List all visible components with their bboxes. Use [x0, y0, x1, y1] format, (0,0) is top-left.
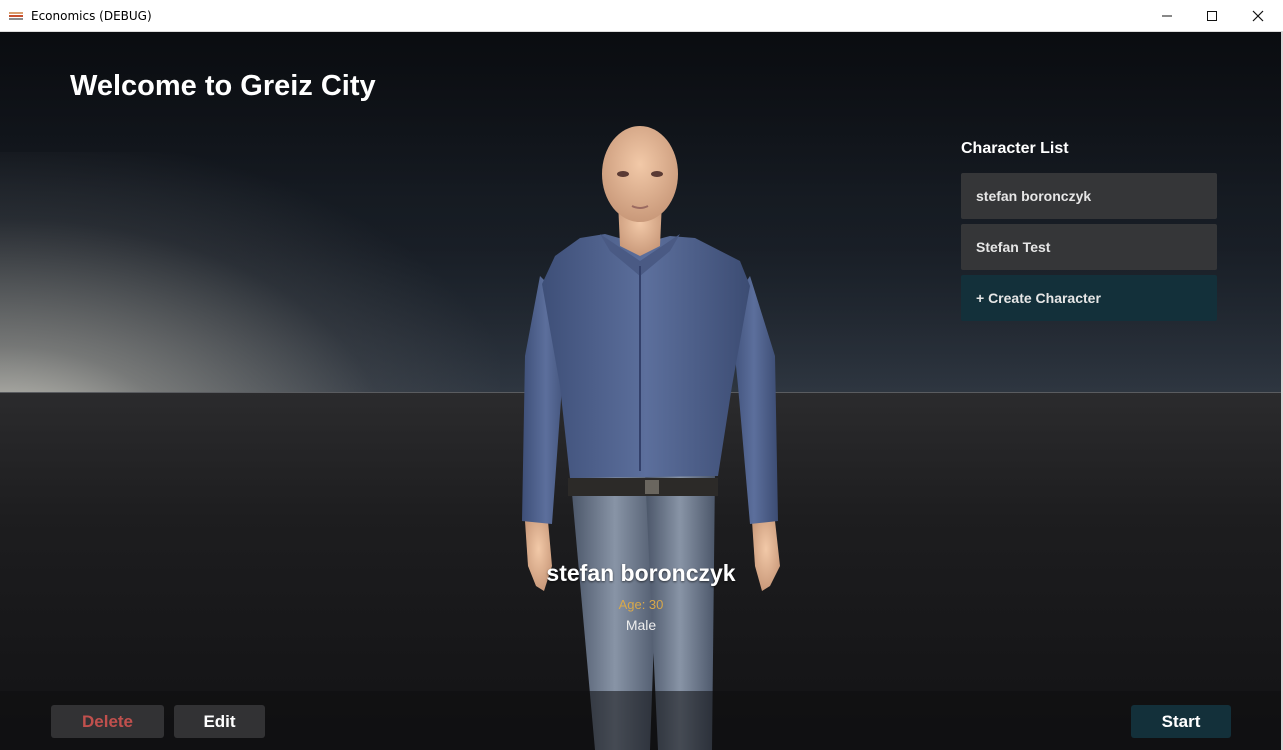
character-list-item-label: Stefan Test: [976, 239, 1051, 255]
maximize-icon: [1207, 11, 1217, 21]
window-titlebar: Economics (DEBUG): [0, 0, 1283, 32]
character-list-panel: Character List stefan boronczyk Stefan T…: [961, 140, 1217, 321]
character-gender: Male: [625, 617, 657, 633]
create-character-button[interactable]: + Create Character: [961, 275, 1217, 321]
start-button[interactable]: Start: [1131, 705, 1231, 738]
close-button[interactable]: [1235, 0, 1281, 32]
minimize-icon: [1162, 15, 1172, 17]
minimize-button[interactable]: [1144, 0, 1190, 32]
create-character-label: + Create Character: [976, 290, 1101, 306]
delete-button[interactable]: Delete: [51, 705, 164, 738]
app-icon: [9, 12, 23, 20]
window-title: Economics (DEBUG): [31, 9, 152, 23]
character-info: stefan boronczyk Age: 30 Male: [441, 560, 841, 633]
character-list-item[interactable]: stefan boronczyk: [961, 173, 1217, 219]
character-name: stefan boronczyk: [546, 560, 736, 586]
character-model: [522, 126, 780, 750]
edit-button[interactable]: Edit: [174, 705, 265, 738]
character-list-item[interactable]: Stefan Test: [961, 224, 1217, 270]
maximize-button[interactable]: [1189, 0, 1235, 32]
character-list-item-label: stefan boronczyk: [976, 188, 1092, 204]
page-title: Welcome to Greiz City: [70, 70, 376, 102]
character-age: Age: 30: [618, 597, 664, 612]
character-list-title: Character List: [961, 140, 1069, 157]
close-icon: [1252, 10, 1264, 22]
